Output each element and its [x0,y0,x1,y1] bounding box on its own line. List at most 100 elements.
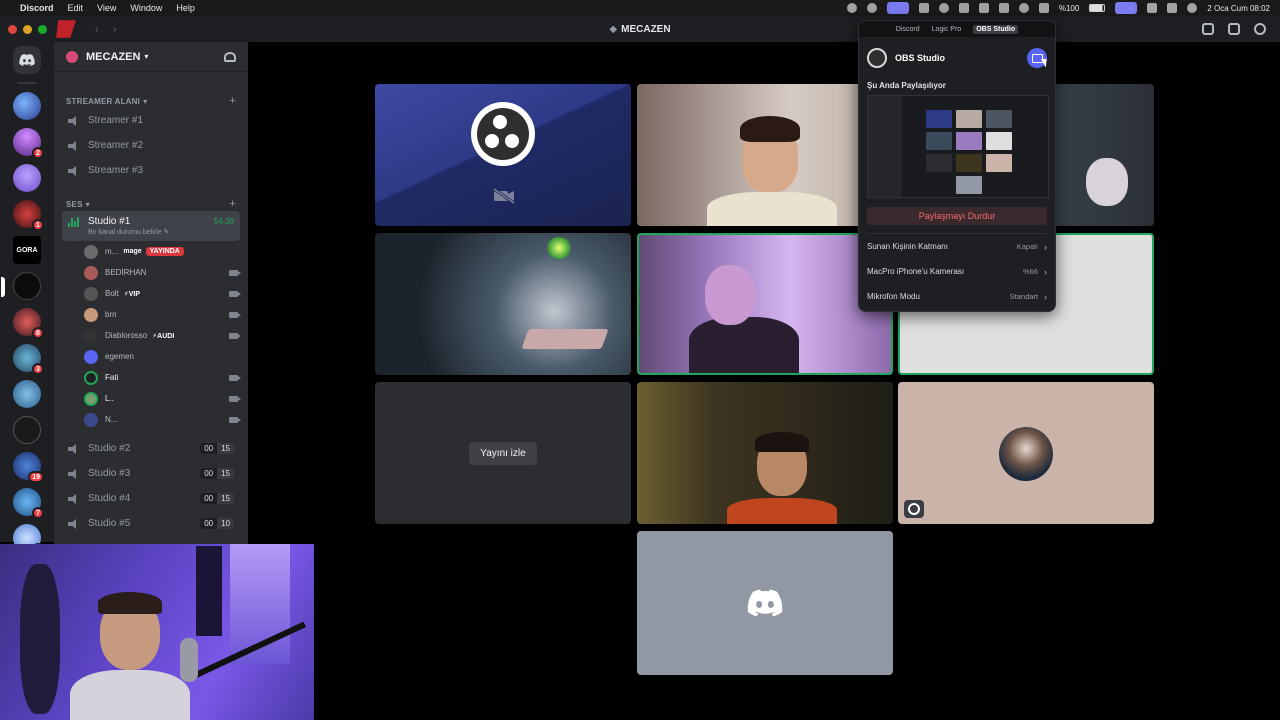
channel-streamer-3[interactable]: Streamer #3 [62,158,240,183]
voice-user[interactable]: Bolt ⚡VIP [84,283,241,304]
channel-studio-3[interactable]: Studio #3 00 15 [62,461,240,486]
status-dot-icon[interactable] [846,3,857,13]
video-tile-user-speaking[interactable] [637,233,893,375]
battery-icon[interactable] [1089,4,1106,12]
notification-tray-icon[interactable] [1147,3,1158,13]
menu-app-name[interactable]: Discord [20,3,54,13]
help-icon[interactable] [1254,23,1266,35]
server-icon-4[interactable]: 1 [13,200,44,231]
search-icon[interactable] [1018,3,1029,13]
server-icon-3[interactable] [13,164,41,192]
avatar [84,307,98,322]
participant-video [545,237,573,259]
server-icon-10[interactable] [13,416,41,444]
voice-user[interactable]: egemen [84,346,238,367]
channel-label: Studio #3 [88,468,131,479]
server-icon-1[interactable] [13,92,41,120]
add-channel-icon[interactable]: + [229,95,236,107]
play-tray-icon[interactable] [938,3,949,13]
siri-icon[interactable] [1187,3,1198,13]
microphone-mode-setting[interactable]: Mikrofon Modu Standart › [859,284,1055,309]
webcam-background [196,546,222,636]
setting-label: Mikrofon Modu [867,292,920,301]
category-voice[interactable]: SES ▾ + [54,197,248,211]
tab-discord[interactable]: Discord [896,26,920,33]
channel-streamer-1[interactable]: Streamer #1 [62,108,240,133]
close-window-button[interactable] [8,24,17,34]
participant-video [755,432,809,452]
presenter-layer-setting[interactable]: Sunan Kişinin Katmanı Kapalı › [859,234,1055,259]
preview-tile [986,154,1012,172]
minimize-window-button[interactable] [23,24,32,34]
voice-user[interactable]: L.. [84,388,241,409]
channel-studio-4[interactable]: Studio #4 00 15 [62,486,240,511]
voice-user[interactable]: brn [84,304,241,325]
tab-logic-pro[interactable]: Logic Pro [932,26,962,33]
server-icon-12[interactable]: 7 [13,488,44,519]
channel-status-editor[interactable]: Bir kanal durumu belirle ✎ [68,228,234,236]
add-channel-icon[interactable]: + [229,198,236,210]
stop-sharing-button[interactable]: Paylaşmayı Durdur [867,207,1047,225]
iphone-camera-setting[interactable]: MacPro iPhone'u Kamerası %66 › [859,259,1055,284]
video-tile-stream-preview[interactable]: Yayını izle [375,382,631,524]
server-icon-2[interactable]: 2 [13,128,44,159]
channel-studio-1[interactable]: Studio #1 54:39 Bir kanal durumu belirle… [62,211,240,241]
channel-sidebar: MECAZEN ▾ STREAMER ALANI ▾ + Streamer #1… [54,42,248,544]
channel-studio-5[interactable]: Studio #5 00 10 [62,511,240,536]
voice-user[interactable]: Fati [84,367,241,388]
keyboard-tray-icon[interactable] [978,3,989,13]
server-icon-mecazen[interactable] [1,272,41,300]
control-center-icon[interactable] [1167,3,1178,13]
menu-clock[interactable]: 2 Oca Cum 08:02 [1207,4,1270,13]
maximize-window-button[interactable] [38,24,47,34]
server-icon-gora[interactable]: GORA [13,236,41,264]
menu-window[interactable]: Window [130,3,162,13]
star-tray-icon[interactable] [958,3,969,13]
video-tile-user-1[interactable] [637,84,893,226]
watch-stream-button[interactable]: Yayını izle [469,441,537,465]
server-icon-9[interactable] [13,380,41,408]
voice-user[interactable]: m... mage YAYINDA [84,241,238,262]
grid-tray-icon[interactable] [918,3,929,13]
nav-arrows-icon[interactable]: ‹ › [95,24,122,35]
video-tile-user-7[interactable] [637,531,893,675]
direct-messages-button[interactable] [13,46,41,74]
speaker-icon [68,443,80,454]
window-title-bar: ‹ › ◆ MECAZEN [0,16,1280,42]
screen-share-tray-icon[interactable] [886,2,909,14]
video-tile-desk-stream[interactable] [375,233,631,375]
camera-icon [229,269,241,276]
grid2-tray-icon[interactable] [998,3,1009,13]
menu-help[interactable]: Help [176,3,195,13]
server-icon: ◆ [609,23,618,35]
flag-icon[interactable] [1202,23,1214,35]
discord-tray-icon[interactable] [866,3,877,13]
app-logo-icon [56,20,76,38]
voice-user[interactable]: BEDİRHAN [84,262,241,283]
voice-user[interactable]: N... [84,409,241,430]
control-tray-icon[interactable] [1038,3,1049,13]
share-preview-thumbnail[interactable] [867,95,1049,198]
video-tile-user-6[interactable] [898,382,1154,524]
avatar [84,286,98,301]
camera-off-icon [493,188,515,204]
server-icon-7[interactable]: 8 [13,308,44,339]
channel-streamer-2[interactable]: Streamer #2 [62,133,240,158]
video-tile-obs-stream[interactable] [375,84,631,226]
window-mode-icon[interactable] [1228,23,1240,35]
invite-people-icon[interactable] [224,51,236,62]
server-icon-11[interactable]: 19 [13,452,44,483]
category-label: STREAMER ALANI [66,96,141,106]
server-icon-8[interactable]: 3 [13,344,44,375]
video-tile-user-5[interactable] [637,382,893,524]
channel-studio-2[interactable]: Studio #2 00 15 [62,436,240,461]
user-name: m... [105,247,119,256]
server-badge: 7 [32,507,44,519]
voice-user[interactable]: Diablorosso ⚡AUDI [84,325,241,346]
menu-view[interactable]: View [97,3,116,13]
menu-edit[interactable]: Edit [68,3,84,13]
guild-header[interactable]: MECAZEN ▾ [54,42,248,72]
screen-mirror-icon[interactable] [1115,2,1138,14]
category-streamer[interactable]: STREAMER ALANI ▾ + [54,94,248,108]
tab-obs-studio[interactable]: OBS Studio [973,24,1019,34]
